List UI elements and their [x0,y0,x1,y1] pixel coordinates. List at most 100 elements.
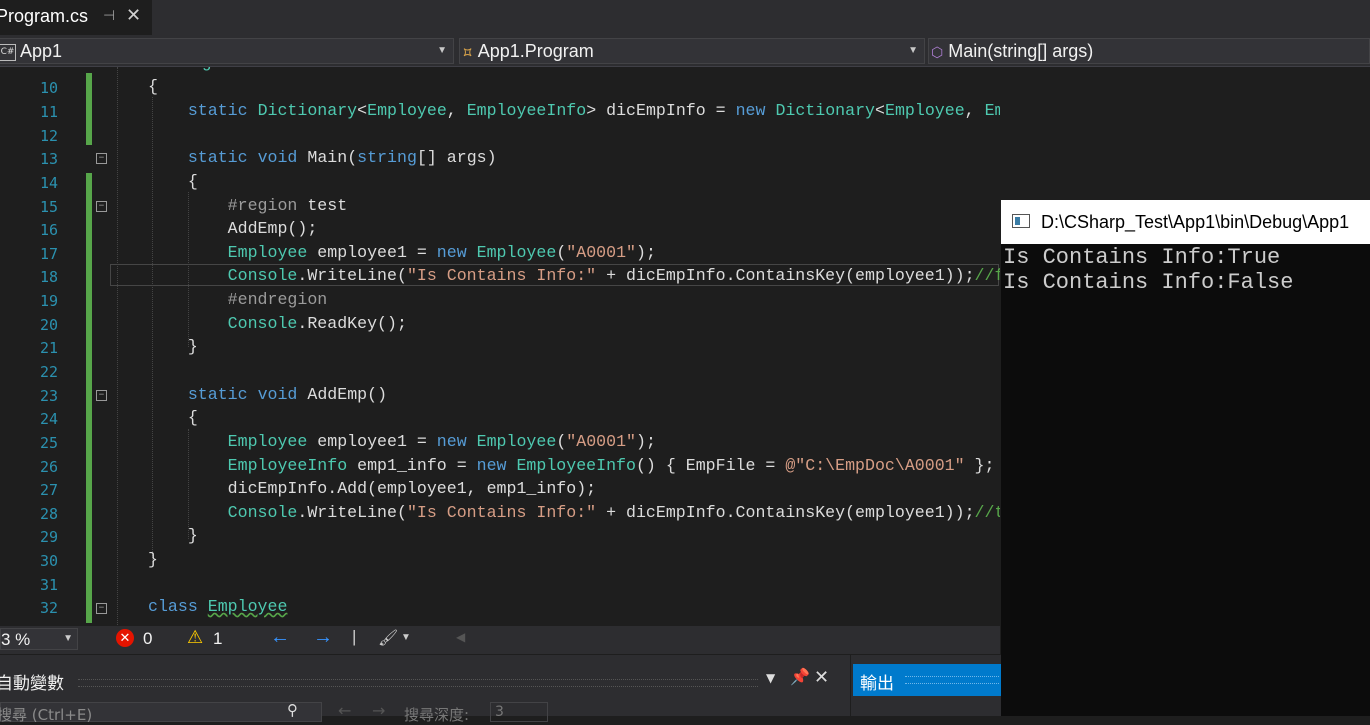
warning-icon[interactable]: ⚠ [187,627,203,648]
search-forward-icon[interactable]: → [372,701,385,720]
class-name: App1.Program [477,41,594,61]
zoom-value: 3 % [1,630,31,649]
editor-status-row: 3 % ▼ ✕ 0 ⚠ 1 ← → | 🖌 ▼ ◀ [0,626,1000,654]
pin-icon[interactable]: 📌 [790,667,810,686]
chevron-down-icon: ▼ [437,45,447,56]
search-depth-value: 3 [495,704,504,720]
line-number: 30 [39,552,58,570]
collapse-icon[interactable]: − [96,201,107,212]
warning-count: 1 [213,629,223,648]
autos-pane: 自動變數 ▼ 📌 ✕ 搜尋 (Ctrl+E) ⚲ ← → 搜尋深度: 3 [0,655,850,724]
separator: | [352,627,357,646]
error-count: 0 [143,629,153,648]
console-app-icon [1012,214,1030,228]
line-number: 10 [39,79,58,97]
method-icon: ⬡ [931,44,944,60]
pin-icon[interactable]: ⊣ [103,8,115,24]
close-icon[interactable]: ✕ [814,667,829,688]
code-line: class Employee [148,597,288,616]
code-line: class Program [112,67,241,72]
code-line: } [148,526,198,545]
csharp-project-icon: C# [0,43,16,61]
console-output-line: Is Contains Info:True [1003,245,1281,270]
line-number: 26 [39,458,58,476]
code-line: } [148,550,158,569]
tab-program-cs[interactable]: Program.cs ⊣ ✕ [0,0,152,35]
code-line: #region test [227,196,348,215]
cleanup-brush-icon[interactable]: 🖌 [378,628,398,648]
code-line: Console.ReadKey(); [227,314,407,333]
search-depth-label: 搜尋深度: [404,706,470,724]
chevron-down-icon[interactable]: ▼ [766,671,775,685]
line-number: 31 [39,576,58,594]
search-icon: ⚲ [287,701,298,719]
code-line: { [148,77,158,96]
line-number: 32 [39,599,58,617]
scroll-left-icon[interactable]: ◀ [456,630,465,644]
change-indicator [86,73,92,145]
code-line: EmployeeInfo emp1_info = new EmployeeInf… [227,456,995,475]
code-line: dicEmpInfo.Add(employee1, emp1_info); [148,479,597,498]
collapse-icon[interactable]: − [96,153,107,164]
line-number: 23 [39,387,58,405]
autos-title: 自動變數 [0,674,64,694]
line-number: 29 [39,528,58,546]
line-number: 14 [39,174,58,192]
line-number: 17 [39,245,58,263]
console-title: D:\CSharp_Test\App1\bin\Debug\App1 [1041,212,1350,232]
line-number: 28 [39,505,58,523]
line-number: 24 [39,410,58,428]
zoom-dropdown[interactable]: 3 % ▼ [0,628,78,650]
project-dropdown[interactable]: C# App1 ▼ [0,38,454,64]
indent-guide [117,67,118,625]
class-icon: ⯏ [462,44,474,61]
line-number: 13 [39,150,58,168]
code-line: static void Main(string[] args) [187,148,497,167]
change-indicator [86,173,92,623]
code-line: { [148,408,198,427]
line-number: 21 [39,339,58,357]
line-number: 19 [39,292,58,310]
code-line: AddEmp(); [148,219,318,238]
code-line: static Dictionary<Employee, EmployeeInfo… [187,101,1000,120]
tab-title: Program.cs [0,6,89,26]
search-input[interactable]: 搜尋 (Ctrl+E) ⚲ [0,701,322,724]
code-editor[interactable]: − − − − class Program 10 11 12 13 14 15 … [0,67,1000,625]
member-dropdown[interactable]: ⬡ Main(string[] args) [928,38,1370,64]
output-pane: 輸出 [851,655,1001,716]
chevron-down-icon: ▼ [908,45,918,56]
search-placeholder: 搜尋 (Ctrl+E) [0,706,93,724]
search-depth-field[interactable]: 3 [490,702,548,722]
console-title-bar[interactable]: D:\CSharp_Test\App1\bin\Debug\App1 [1001,200,1370,244]
title-grip [78,679,758,687]
class-dropdown[interactable]: ⯏ App1.Program ▼ [459,38,925,64]
code-line: static void AddEmp() [187,385,388,404]
output-title: 輸出 [860,674,894,694]
output-title-bar[interactable]: 輸出 [853,664,1001,696]
project-name: App1 [20,41,63,61]
collapse-icon[interactable]: − [96,603,107,614]
line-number: 18 [39,268,58,286]
search-back-icon[interactable]: ← [338,701,351,720]
code-line: } [148,337,198,356]
line-number: 25 [39,434,58,452]
error-icon[interactable]: ✕ [116,629,134,647]
collapse-icon[interactable]: − [96,390,107,401]
code-line: { [148,172,198,191]
navigate-back-icon[interactable]: ← [270,626,290,649]
navigate-forward-icon[interactable]: → [313,626,333,649]
console-window[interactable]: D:\CSharp_Test\App1\bin\Debug\App1 Is Co… [1001,200,1370,716]
line-number: 27 [39,481,58,499]
line-number: 16 [39,221,58,239]
code-line: Console.WriteLine("Is Contains Info:" + … [227,503,1000,522]
code-line: #endregion [227,290,328,309]
code-line: Console.WriteLine("Is Contains Info:" + … [227,266,1000,285]
code-line: Employee employee1 = new Employee("A0001… [227,432,656,451]
code-line: Employee employee1 = new Employee("A0001… [227,243,656,262]
line-number: 12 [39,127,58,145]
title-grip [905,676,999,684]
close-icon[interactable]: ✕ [126,5,141,26]
chevron-down-icon[interactable]: ▼ [401,632,411,643]
document-tab-bar: Program.cs ⊣ ✕ [0,0,1370,35]
line-number: 15 [39,198,58,216]
